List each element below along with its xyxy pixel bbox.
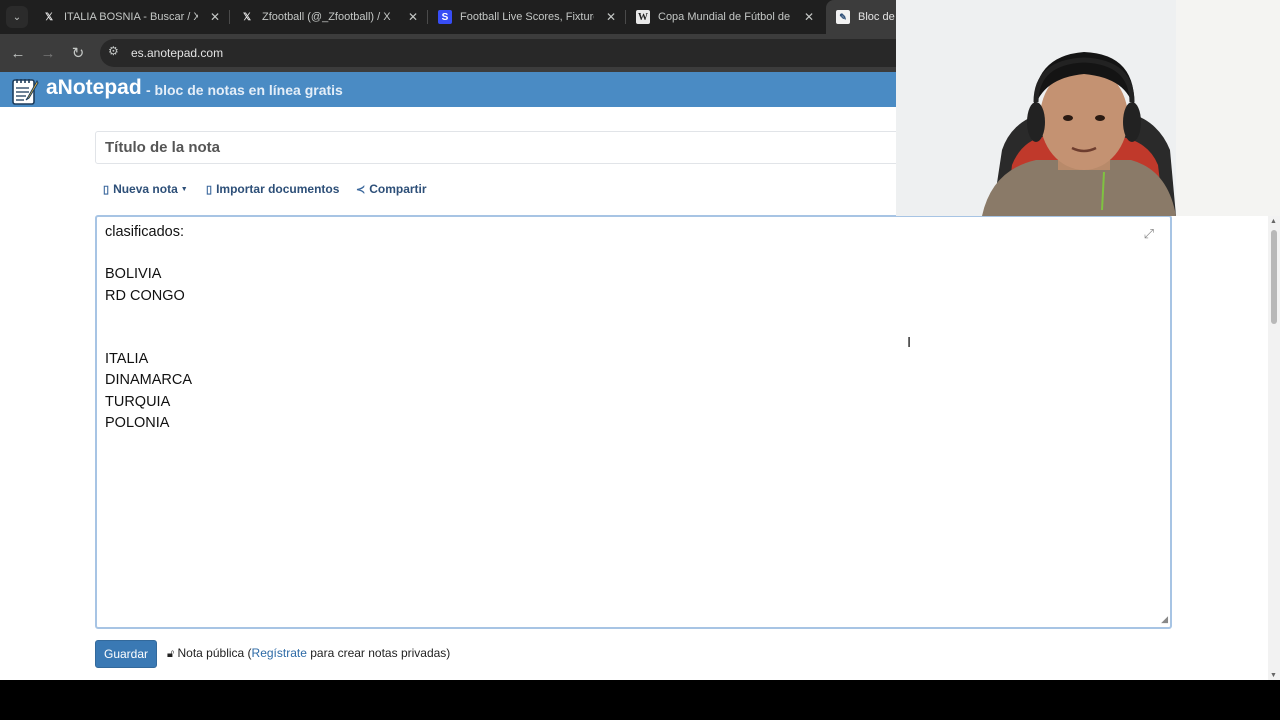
tab-italia-bosnia[interactable]: 𝕏 ITALIA BOSNIA - Buscar / X ✕	[32, 0, 230, 34]
tab-title: Copa Mundial de Fútbol de 19	[658, 11, 792, 23]
site-tagline: - bloc de notas en línea gratis	[146, 82, 343, 98]
resize-handle-icon[interactable]: ◢	[1161, 614, 1168, 625]
tab-copa-mundial[interactable]: W Copa Mundial de Fútbol de 19 ✕	[626, 0, 824, 34]
back-icon[interactable]: ←	[7, 42, 29, 64]
tab-football-live-scores[interactable]: S Football Live Scores, Fixtures & ✕	[428, 0, 626, 34]
tab-title: ITALIA BOSNIA - Buscar / X	[64, 11, 198, 23]
anotepad-icon: ✎	[836, 10, 850, 24]
close-tab-icon[interactable]: ✕	[408, 10, 418, 24]
sofascore-icon: S	[438, 10, 452, 24]
webcam-person-image	[896, 0, 1280, 216]
share-label: Compartir	[369, 182, 427, 196]
reload-icon[interactable]: ↻	[67, 42, 89, 64]
webcam-overlay	[896, 0, 1280, 216]
browser-window: ⌄ 𝕏 ITALIA BOSNIA - Buscar / X ✕ 𝕏 Zfoot…	[0, 0, 1280, 680]
site-brand[interactable]: aNotepad	[46, 76, 142, 100]
new-note-icon: ▯	[103, 183, 110, 196]
unlock-icon: 🔓︎	[167, 648, 175, 660]
save-button[interactable]: Guardar	[95, 640, 157, 668]
tab-search-button[interactable]: ⌄	[6, 6, 28, 28]
url-text[interactable]: es.anotepad.com	[131, 46, 223, 60]
page-scrollbar[interactable]: ▲ ▼	[1268, 216, 1280, 680]
tab-zfootball[interactable]: 𝕏 Zfootball (@_Zfootball) / X ✕	[230, 0, 428, 34]
register-link[interactable]: Regístrate	[252, 646, 307, 660]
tab-title: Football Live Scores, Fixtures &	[460, 11, 594, 23]
close-tab-icon[interactable]: ✕	[804, 10, 814, 24]
x-logo-icon: 𝕏	[242, 11, 252, 23]
site-settings-icon[interactable]: ⚙	[108, 44, 119, 58]
x-logo-icon: 𝕏	[44, 11, 54, 23]
wikipedia-icon: W	[636, 10, 650, 24]
scroll-down-icon[interactable]: ▼	[1270, 672, 1277, 679]
new-note-dropdown[interactable]: ▯ Nueva nota ▼	[103, 182, 188, 196]
public-note-prefix: Nota pública (	[177, 646, 252, 660]
document-icon: ▯	[206, 183, 213, 196]
note-visibility: 🔓︎ Nota pública (Regístrate para crear n…	[167, 646, 450, 661]
import-documents-link[interactable]: ▯ Importar documentos	[206, 182, 339, 196]
tab-title: Zfootball (@_Zfootball) / X	[262, 11, 391, 23]
public-note-suffix: para crear notas privadas)	[306, 646, 451, 660]
fullscreen-icon[interactable]: ⤢	[1144, 226, 1154, 242]
import-label: Importar documentos	[216, 182, 340, 196]
note-editor-container: clasificados: BOLIVIA RD CONGO ITALIA DI…	[95, 215, 1172, 629]
caret-down-icon: ▼	[180, 185, 188, 193]
notepad-logo-icon[interactable]	[10, 75, 40, 105]
close-tab-icon[interactable]: ✕	[210, 10, 220, 24]
scroll-up-icon[interactable]: ▲	[1270, 218, 1277, 225]
new-note-label: Nueva nota	[113, 182, 178, 196]
note-content-textarea[interactable]: clasificados: BOLIVIA RD CONGO ITALIA DI…	[97, 217, 1170, 627]
scrollbar-thumb[interactable]	[1271, 230, 1277, 324]
share-icon: ≺	[356, 183, 366, 196]
close-tab-icon[interactable]: ✕	[606, 10, 616, 24]
text-cursor-icon: I	[907, 334, 912, 351]
forward-icon[interactable]: →	[37, 42, 59, 64]
share-link[interactable]: ≺ Compartir	[356, 182, 427, 196]
